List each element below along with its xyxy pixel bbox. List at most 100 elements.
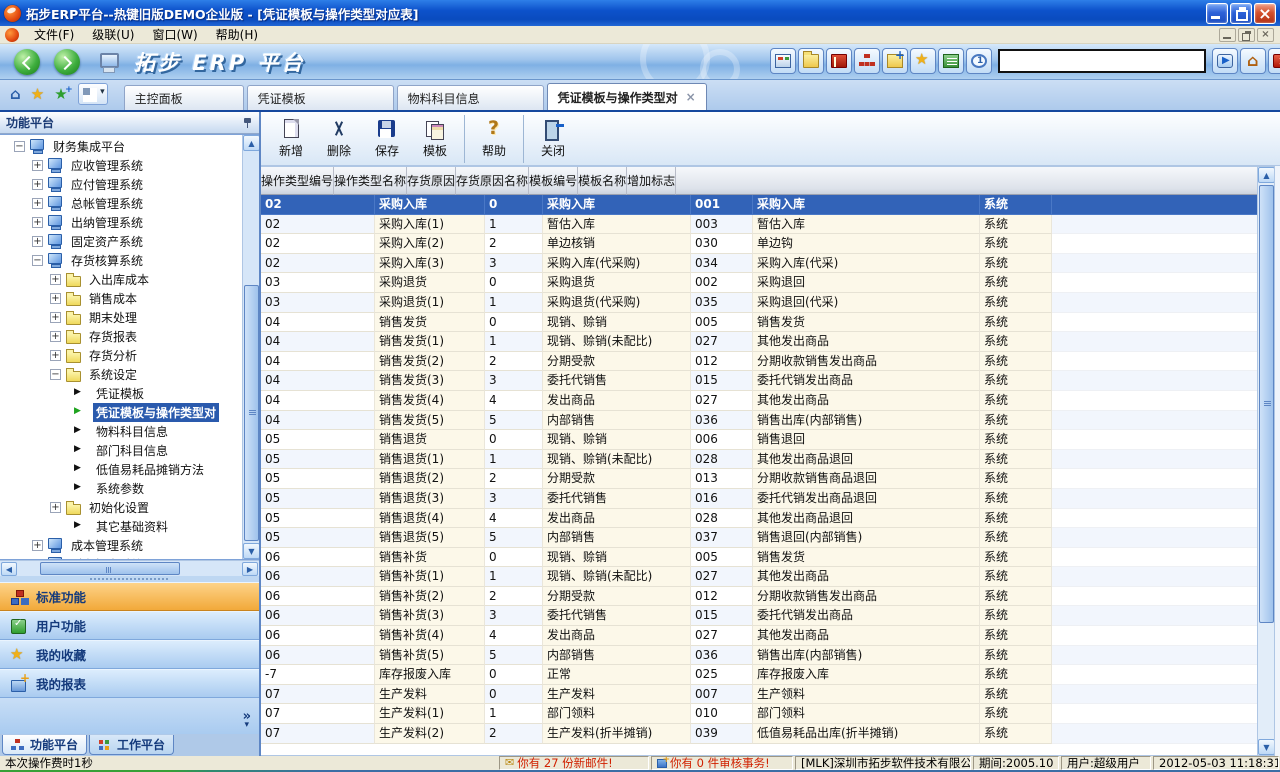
tree-expand-icon[interactable] xyxy=(50,312,61,323)
favorites-star-icon[interactable] xyxy=(910,48,936,74)
record-toolbar-button[interactable]: 新增 xyxy=(267,115,315,163)
scroll-left-icon[interactable]: ◀ xyxy=(1,562,17,576)
table-row[interactable]: 06 销售补货(5) 5 内部销售 036 销售出库(内部销售) 系统 xyxy=(261,646,1257,666)
record-toolbar-button[interactable]: 帮助 xyxy=(464,115,518,163)
org-chart-icon[interactable] xyxy=(854,48,880,74)
tree-item[interactable]: 凭证模板 xyxy=(0,384,242,403)
table-row[interactable]: 04 销售发货(3) 3 委托代销售 015 委托代销发出商品 系统 xyxy=(261,371,1257,391)
mdi-minimize-button[interactable] xyxy=(1219,28,1236,42)
table-row[interactable]: 06 销售补货(3) 3 委托代销售 015 委托代销发出商品 系统 xyxy=(261,606,1257,626)
table-column-header[interactable]: 增加标志 xyxy=(627,167,676,195)
tree-expand-icon[interactable] xyxy=(50,331,61,342)
search-input[interactable] xyxy=(998,49,1206,73)
menu-item[interactable]: 文件(F) xyxy=(25,27,83,43)
tree-item[interactable]: 低值易耗品摊销方法 xyxy=(0,460,242,479)
tree-item[interactable]: 总帐管理系统 xyxy=(0,194,242,213)
table-row[interactable]: 02 采购入库(2) 2 单边核销 030 单边钩 系统 xyxy=(261,234,1257,254)
table-row[interactable]: 05 销售退货 0 现销、赊销 006 销售退回 系统 xyxy=(261,430,1257,450)
table-row[interactable]: 02 采购入库 0 采购入库 001 采购入库 系统 xyxy=(261,195,1257,215)
tree-item[interactable]: 系统设定 xyxy=(0,365,242,384)
table-row[interactable]: 05 销售退货(3) 3 委托代销售 016 委托代销发出商品退回 系统 xyxy=(261,489,1257,509)
table-row[interactable]: 06 销售补货(4) 4 发出商品 027 其他发出商品 系统 xyxy=(261,626,1257,646)
tree-expand-icon[interactable] xyxy=(50,502,61,513)
tree-expand-icon[interactable] xyxy=(14,141,25,152)
tree-expand-icon[interactable] xyxy=(50,369,61,380)
table-row[interactable]: 07 生产发料 0 生产发料 007 生产领料 系统 xyxy=(261,685,1257,705)
tree-expand-icon[interactable] xyxy=(50,293,61,304)
scrollbar-thumb[interactable] xyxy=(1259,185,1274,623)
tree-expand-icon[interactable] xyxy=(32,255,43,266)
tree-horizontal-scrollbar[interactable]: ◀ ▶ xyxy=(0,560,259,576)
clock-icon[interactable] xyxy=(966,48,992,74)
table-row[interactable]: 06 销售补货(2) 2 分期受款 012 分期收款销售发出商品 系统 xyxy=(261,587,1257,607)
tree-item[interactable]: 其它基础资料 xyxy=(0,517,242,536)
table-row[interactable]: 06 销售补货 0 现销、赊销 005 销售发货 系统 xyxy=(261,548,1257,568)
table-row[interactable]: 04 销售发货(2) 2 分期受款 012 分期收款销售发出商品 系统 xyxy=(261,352,1257,372)
table-row[interactable]: 05 销售退货(1) 1 现销、赊销(未配比) 028 其他发出商品退回 系统 xyxy=(261,450,1257,470)
tree-item[interactable]: 凭证模板与操作类型对 xyxy=(0,403,242,422)
minimize-button[interactable] xyxy=(1206,3,1228,24)
close-button[interactable] xyxy=(1254,3,1276,24)
exit-icon[interactable] xyxy=(1268,48,1280,74)
document-tab[interactable]: 物料科目信息 xyxy=(397,85,544,110)
favorites-star-icon[interactable]: ★ xyxy=(31,87,44,102)
table-row[interactable]: 05 销售退货(2) 2 分期受款 013 分期收款销售商品退回 系统 xyxy=(261,469,1257,489)
table-column-header[interactable]: 存货原因 xyxy=(407,167,456,195)
sidebar-group-button[interactable]: 用户功能 xyxy=(0,611,259,640)
table-column-header[interactable]: 模板名称 xyxy=(578,167,627,195)
record-toolbar-button[interactable]: 保存 xyxy=(363,115,411,163)
tree-item[interactable]: 应收管理系统 xyxy=(0,156,242,175)
sidebar-group-button[interactable]: 标准功能 xyxy=(0,582,259,611)
tree-expand-icon[interactable] xyxy=(32,160,43,171)
tab-close-icon[interactable]: × xyxy=(686,90,696,104)
scroll-right-icon[interactable]: ▶ xyxy=(242,562,258,576)
tree-item[interactable]: 存货分析 xyxy=(0,346,242,365)
scroll-down-icon[interactable]: ▼ xyxy=(243,543,259,559)
document-tab[interactable]: 凭证模板 xyxy=(247,85,394,110)
table-row[interactable]: 05 销售退货(5) 5 内部销售 037 销售退回(内部销售) 系统 xyxy=(261,528,1257,548)
record-toolbar-button[interactable]: 删除 xyxy=(315,115,363,163)
scrollbar-thumb[interactable] xyxy=(244,285,259,541)
table-column-header[interactable]: 模板编号 xyxy=(529,167,578,195)
tree-item[interactable]: 存货核算系统 xyxy=(0,251,242,270)
more-buttons-chevron[interactable]: » xyxy=(243,709,251,730)
tree-item[interactable]: 物料科目信息 xyxy=(0,422,242,441)
tree-expand-icon[interactable] xyxy=(32,540,43,551)
sidebar-bottom-tab[interactable]: 功能平台 xyxy=(2,735,87,755)
home-exit-icon[interactable] xyxy=(1240,48,1266,74)
tree-item[interactable]: 系统参数 xyxy=(0,479,242,498)
pin-icon[interactable] xyxy=(243,117,253,129)
sidebar-splitter[interactable] xyxy=(0,576,259,582)
sidebar-bottom-tab[interactable]: 工作平台 xyxy=(89,735,174,755)
tree-expand-icon[interactable] xyxy=(32,198,43,209)
tree-item[interactable]: 期末处理 xyxy=(0,308,242,327)
sidebar-group-button[interactable]: 我的报表 xyxy=(0,669,259,698)
tree-item[interactable]: 入出库成本 xyxy=(0,270,242,289)
tree-expand-icon[interactable] xyxy=(50,350,61,361)
table-row[interactable]: 04 销售发货 0 现销、赊销 005 销售发货 系统 xyxy=(261,313,1257,333)
scroll-up-icon[interactable]: ▲ xyxy=(1258,167,1275,183)
table-row[interactable]: 04 销售发货(4) 4 发出商品 027 其他发出商品 系统 xyxy=(261,391,1257,411)
scroll-up-icon[interactable]: ▲ xyxy=(243,135,259,151)
folder-list-icon[interactable] xyxy=(938,48,964,74)
address-book-icon[interactable] xyxy=(826,48,852,74)
table-row[interactable]: 07 生产发料(2) 2 生产发料(折半摊销) 039 低值易耗品出库(折半摊销… xyxy=(261,724,1257,744)
computer-icon[interactable] xyxy=(98,52,118,72)
tree-expand-icon[interactable] xyxy=(32,236,43,247)
tree-item[interactable]: 出纳管理系统 xyxy=(0,213,242,232)
scrollbar-thumb[interactable] xyxy=(40,562,180,575)
table-column-header[interactable]: 操作类型名称 xyxy=(334,167,407,195)
document-tab[interactable]: 主控面板 xyxy=(124,85,244,110)
folder-home-icon[interactable] xyxy=(798,48,824,74)
document-tab[interactable]: 凭证模板与操作类型对 × xyxy=(547,83,707,110)
tree-item[interactable]: 应付管理系统 xyxy=(0,175,242,194)
table-row[interactable]: 03 采购退货 0 采购退货 002 采购退回 系统 xyxy=(261,273,1257,293)
record-toolbar-button[interactable]: 关闭 xyxy=(523,115,577,163)
back-button[interactable] xyxy=(14,49,40,75)
table-row[interactable]: 07 生产发料(1) 1 部门领料 010 部门领料 系统 xyxy=(261,704,1257,724)
add-favorite-icon[interactable]: ★ xyxy=(54,87,67,102)
table-row[interactable]: 06 销售补货(1) 1 现销、赊销(未配比) 027 其他发出商品 系统 xyxy=(261,567,1257,587)
restore-button[interactable] xyxy=(1230,3,1252,24)
table-row[interactable]: 04 销售发货(5) 5 内部销售 036 销售出库(内部销售) 系统 xyxy=(261,411,1257,431)
record-toolbar-button[interactable]: 模板 xyxy=(411,115,459,163)
